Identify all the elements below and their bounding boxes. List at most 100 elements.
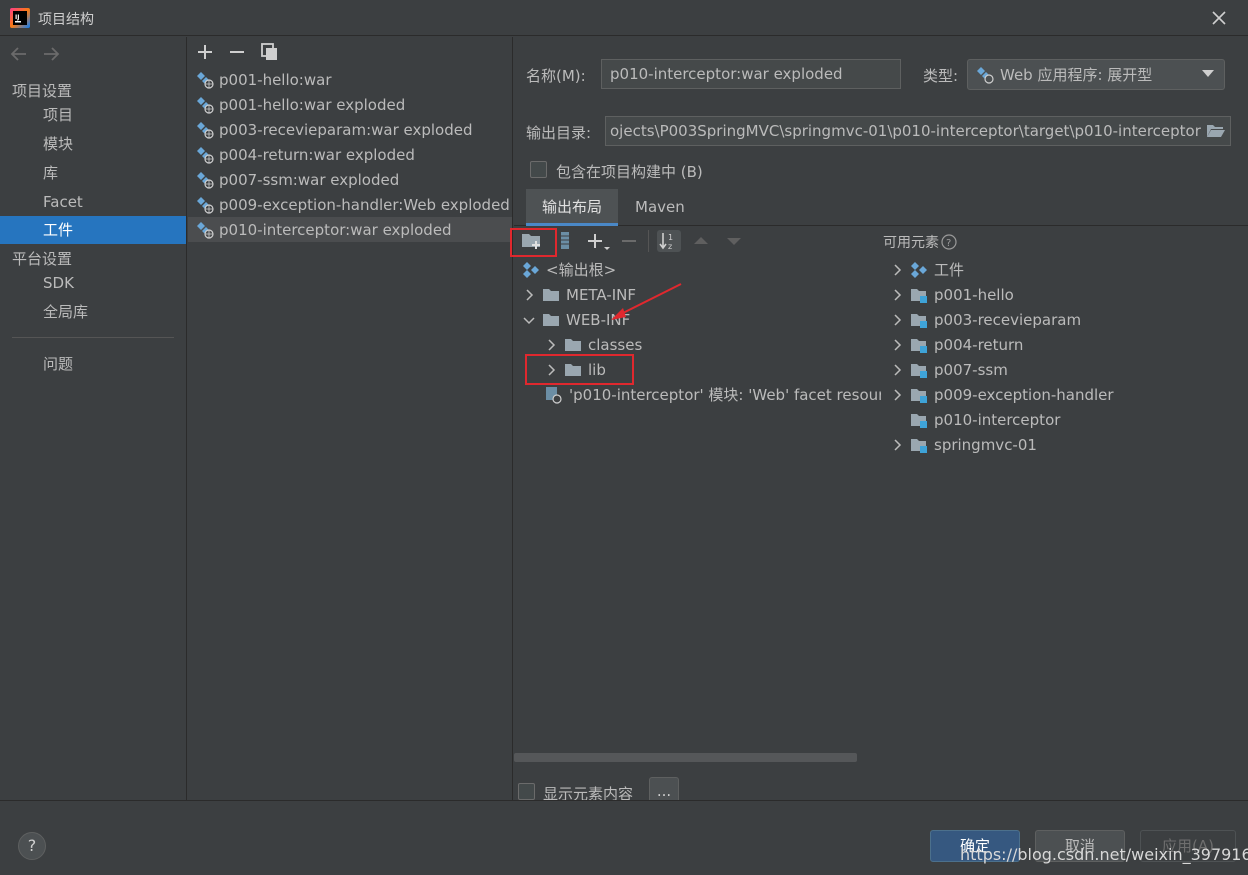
chevron-down-icon[interactable]	[522, 313, 536, 327]
move-up-icon[interactable]	[689, 230, 713, 252]
dropdown-arrow-icon	[1202, 70, 1214, 78]
artifact-label: p009-exception-handler:Web exploded	[219, 195, 510, 214]
include-in-build-label: 包含在项目构建中 (B)	[556, 163, 703, 181]
lib-label: lib	[588, 360, 606, 379]
type-label: 类型:	[923, 67, 959, 85]
nav-item-sdk[interactable]: SDK	[0, 269, 186, 297]
nav-item-global-libraries[interactable]: 全局库	[0, 298, 186, 326]
artifact-list-panel: p001-hello:war p001-hello:war exploded p…	[188, 37, 513, 813]
nav-item-libraries[interactable]: 库	[0, 159, 186, 187]
artifact-label: p007-ssm:war exploded	[219, 170, 400, 189]
help-button[interactable]: ?	[18, 832, 46, 860]
move-down-icon[interactable]	[722, 230, 746, 252]
close-icon[interactable]	[1207, 6, 1231, 30]
chevron-right-icon[interactable]	[522, 288, 536, 302]
chevron-right-icon[interactable]	[890, 363, 904, 377]
available-label: p004-return	[934, 335, 1024, 354]
artifact-label: p004-return:war exploded	[219, 145, 415, 164]
available-item-module[interactable]: p004-return	[890, 332, 1023, 357]
tree-row-output-root[interactable]: <输出根>	[522, 257, 616, 282]
window-title: 项目结构	[38, 12, 94, 28]
nav-item-problems[interactable]: 问题	[0, 350, 186, 378]
artifacts-icon	[910, 261, 928, 279]
tree-row-lib[interactable]: lib	[544, 357, 606, 382]
add-element-icon[interactable]	[584, 230, 610, 252]
available-item-module[interactable]: p003-recevieparam	[890, 307, 1081, 332]
web-artifact-icon	[196, 196, 214, 214]
tab-output-layout[interactable]: 输出布局	[526, 189, 619, 226]
remove-element-icon[interactable]	[617, 230, 641, 252]
folder-icon	[542, 312, 560, 327]
project-settings-header: 项目设置	[12, 82, 73, 100]
type-value: Web 应用程序: 展开型	[1000, 66, 1153, 84]
folder-icon	[564, 337, 582, 352]
annotation-arrow-icon	[611, 283, 682, 320]
svg-text:?: ?	[946, 238, 951, 249]
web-module-icon	[545, 386, 563, 404]
nav-divider	[12, 337, 174, 338]
layout-tree-scrollbar[interactable]	[514, 753, 857, 762]
show-content-checkbox[interactable]	[518, 783, 535, 800]
module-icon	[910, 361, 928, 379]
chevron-right-icon[interactable]	[544, 363, 558, 377]
tab-bar: 输出布局 Maven	[514, 189, 1248, 226]
copy-icon[interactable]	[259, 41, 281, 63]
create-directory-icon[interactable]	[520, 230, 544, 252]
folder-icon	[564, 362, 582, 377]
artifact-item[interactable]: p004-return:war exploded	[188, 142, 512, 167]
chevron-right-icon[interactable]	[890, 313, 904, 327]
available-item-module[interactable]: p001-hello	[890, 282, 1014, 307]
remove-artifact-button[interactable]	[226, 41, 248, 63]
available-item-module[interactable]: p007-ssm	[890, 357, 1008, 382]
available-label: 工件	[934, 261, 965, 279]
output-dir-field[interactable]: ojects\P003SpringMVC\springmvc-01\p010-i…	[605, 116, 1231, 146]
chevron-right-icon[interactable]	[890, 338, 904, 352]
nav-item-modules[interactable]: 模块	[0, 130, 186, 158]
chevron-right-icon[interactable]	[544, 338, 558, 352]
folder-open-icon[interactable]	[1206, 123, 1226, 139]
available-item-module[interactable]: springmvc-01	[890, 432, 1037, 457]
artifact-item[interactable]: p003-recevieparam:war exploded	[188, 117, 512, 142]
nav-item-project[interactable]: 项目	[0, 101, 186, 129]
artifact-item[interactable]: p009-exception-handler:Web exploded	[188, 192, 512, 217]
tree-row-facet-resources[interactable]: 'p010-interceptor' 模块: 'Web' facet resou…	[545, 382, 881, 407]
nav-item-facets[interactable]: Facet	[0, 188, 186, 216]
name-field[interactable]: p010-interceptor:war exploded	[601, 59, 901, 89]
chevron-right-icon[interactable]	[890, 288, 904, 302]
module-icon	[910, 286, 928, 304]
available-item-module[interactable]: p009-exception-handler	[890, 382, 1114, 407]
chevron-right-icon[interactable]	[890, 263, 904, 277]
available-item-artifacts[interactable]: 工件	[890, 257, 964, 282]
artifact-label: p010-interceptor:war exploded	[219, 220, 452, 239]
question-icon[interactable]: ?	[941, 234, 957, 250]
arrow-right-icon[interactable]	[40, 44, 62, 64]
tab-maven[interactable]: Maven	[619, 189, 701, 226]
type-dropdown[interactable]: Web 应用程序: 展开型	[967, 59, 1225, 90]
archive-icon[interactable]	[554, 230, 578, 252]
artifact-item[interactable]: p001-hello:war	[188, 67, 512, 92]
add-artifact-button[interactable]	[194, 41, 216, 63]
classes-label: classes	[588, 335, 643, 354]
module-icon	[910, 386, 928, 404]
chevron-right-icon[interactable]	[890, 438, 904, 452]
module-icon	[910, 336, 928, 354]
artifact-details-panel: 名称(M): p010-interceptor:war exploded 类型:…	[510, 37, 1248, 807]
web-artifact-icon	[196, 221, 214, 239]
module-icon	[910, 436, 928, 454]
svg-text:1: 1	[668, 233, 673, 242]
web-artifact-icon	[196, 71, 214, 89]
chevron-right-icon[interactable]	[890, 388, 904, 402]
include-in-build-checkbox[interactable]	[530, 161, 547, 178]
available-item-module[interactable]: p010-interceptor	[910, 407, 1060, 432]
module-icon	[910, 311, 928, 329]
nav-item-artifacts[interactable]: 工件	[0, 216, 186, 244]
toolbar-separator	[648, 230, 649, 252]
available-label: p010-interceptor	[934, 410, 1061, 429]
sort-icon[interactable]: 1z	[657, 230, 681, 252]
platform-settings-header: 平台设置	[12, 250, 73, 268]
artifact-item[interactable]: p001-hello:war exploded	[188, 92, 512, 117]
arrow-left-icon[interactable]	[8, 44, 30, 64]
artifact-item-selected[interactable]: p010-interceptor:war exploded	[188, 217, 512, 242]
artifact-item[interactable]: p007-ssm:war exploded	[188, 167, 512, 192]
available-elements-label: 可用元素	[883, 235, 939, 251]
